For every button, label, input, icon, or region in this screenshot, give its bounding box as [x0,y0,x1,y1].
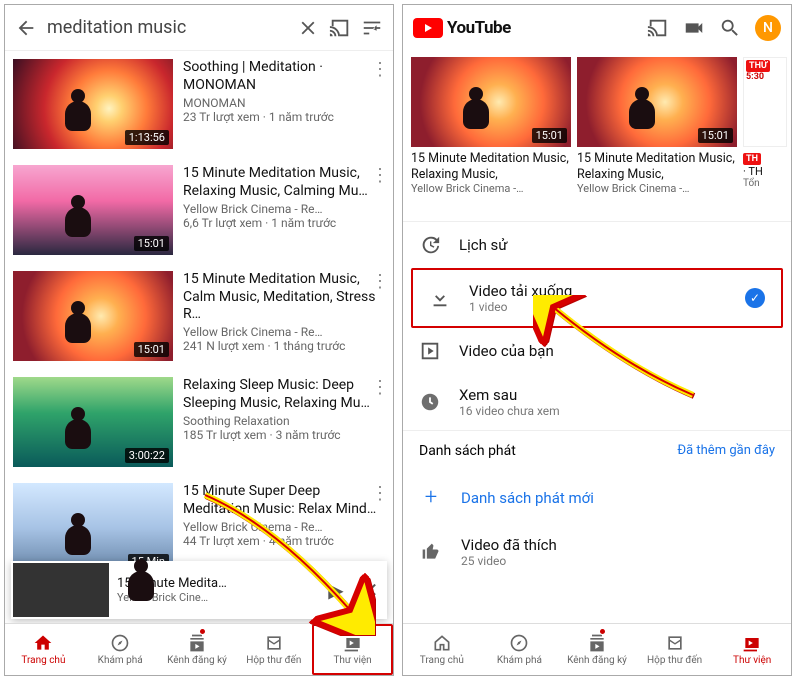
video-thumb: 15:01 [13,165,173,255]
back-icon[interactable] [15,17,37,39]
more-icon[interactable]: ⋮ [371,59,389,80]
thumb-up-icon [421,542,441,562]
history-icon [419,234,441,256]
video-row[interactable]: 15:01 15 Minute Meditation Music, Relaxin… [5,157,393,263]
play-icon[interactable]: ▶ [319,578,353,602]
download-icon [429,287,451,309]
more-icon[interactable]: ⋮ [371,165,389,186]
video-stats: 185 Tr lượt xem · 3 năm trước [183,428,385,442]
close-icon[interactable]: ✕ [353,578,387,602]
strip-item[interactable]: 15:01 15 Minute Meditation Music, Relaxi… [411,57,571,217]
video-title: Soothing | Meditation · MONOMAN [183,59,385,94]
video-thumb: 3:00:22 [13,377,173,467]
video-channel: Soothing Relaxation [183,414,385,428]
miniplayer-thumb [13,563,109,617]
video-channel: Yellow Brick Cinema - Re… [183,202,385,216]
video-title: Relaxing Sleep Music: Deep Sleeping Musi… [183,377,385,412]
nav-subs[interactable]: Kênh đăng ký [159,624,236,675]
nav-inbox[interactable]: Hộp thư đến [636,624,714,675]
clock-icon [419,391,441,413]
check-icon: ✓ [745,288,765,308]
youtube-logo[interactable]: YouTube [413,18,511,38]
cast-icon[interactable] [329,17,351,39]
video-row[interactable]: 1:13:56 Soothing | Meditation · MONOMAN MO… [5,51,393,157]
video-title: 15 Minute Meditation Music, Relaxing Mus… [183,165,385,200]
more-icon[interactable]: ⋮ [371,483,389,504]
duration-badge: 3:00:22 [125,448,169,463]
video-stats: 23 Tr lượt xem · 1 năm trước [183,110,385,124]
video-stats: 241 N lượt xem · 1 tháng trước [183,339,385,353]
top-bar: YouTube N [403,5,791,51]
video-title: 15 Minute Super Deep Meditation Music: R… [183,483,385,518]
nav-explore[interactable]: Khám phá [481,624,559,675]
nav-library[interactable]: Thư viện [312,624,393,675]
playlists-section: Danh sách phát Đã thêm gần đây [403,430,791,471]
recent-strip: 15:01 15 Minute Meditation Music, Relaxi… [403,51,791,221]
avatar[interactable]: N [755,15,781,41]
duration-badge: 1:13:56 [125,130,169,145]
search-bar: meditation music [5,5,393,51]
nav-home[interactable]: Trang chủ [403,624,481,675]
library-menu: Lịch sử Video tải xuống1 video ✓ Video c… [403,221,791,430]
duration-badge: 15:01 [134,236,169,251]
menu-watchlater[interactable]: Xem sau16 video chưa xem [403,374,791,430]
nav-explore[interactable]: Khám phá [82,624,159,675]
menu-downloads[interactable]: Video tải xuống1 video ✓ [411,268,783,328]
duration-badge: 15:01 [134,342,169,357]
bottom-nav-right: Trang chủ Khám phá Kênh đăng ký Hộp thư … [403,623,791,675]
miniplayer[interactable]: 15 Minute Medita… Yellow Brick Cine… ▶ ✕ [11,561,387,619]
new-playlist[interactable]: + Danh sách phát mới [403,471,791,524]
nav-inbox[interactable]: Hộp thư đến [235,624,312,675]
nav-home[interactable]: Trang chủ [5,624,82,675]
video-thumb: 15:01 [13,271,173,361]
video-row[interactable]: 3:00:22 Relaxing Sleep Music: Deep Sleepi… [5,369,393,475]
strip-item[interactable]: 15:01 15 Minute Meditation Music, Relaxi… [577,57,737,217]
video-thumb: 1:13:56 [13,59,173,149]
filter-icon[interactable] [361,17,383,39]
video-stats: 6,6 Tr lượt xem · 1 năm trước [183,216,385,230]
more-icon[interactable]: ⋮ [371,377,389,398]
playlists-header: Danh sách phát [419,443,516,459]
camera-icon[interactable] [683,17,705,39]
playlists-sort[interactable]: Đã thêm gần đây [677,443,775,459]
menu-yourvideos[interactable]: Video của bạn [403,328,791,374]
more-icon[interactable]: ⋮ [371,271,389,292]
nav-library[interactable]: Thư viện [713,624,791,675]
video-channel: MONOMAN [183,96,385,110]
nav-subs[interactable]: Kênh đăng ký [558,624,636,675]
bottom-nav-left: Trang chủ Khám phá Kênh đăng ký Hộp thư … [5,623,393,675]
video-list: 1:13:56 Soothing | Meditation · MONOMAN MO… [5,51,393,611]
video-row[interactable]: 15:01 15 Minute Meditation Music, Calm Mu… [5,263,393,369]
video-stats: 44 Tr lượt xem · 4 năm trước [183,534,385,548]
side-card: THỨ 5:30 TH · TH Tổn [743,57,787,217]
play-box-icon [419,340,441,362]
right-screen: YouTube N 15:01 15 Minute Meditation Mus… [402,4,792,676]
search-query[interactable]: meditation music [47,17,287,38]
video-channel: Yellow Brick Cinema - Re… [183,520,385,534]
video-title: 15 Minute Meditation Music, Calm Music, … [183,271,385,323]
clear-icon[interactable] [297,17,319,39]
plus-icon: + [421,485,441,510]
cast-icon[interactable] [647,17,669,39]
liked-videos[interactable]: Video đã thích25 video [403,524,791,580]
search-icon[interactable] [719,17,741,39]
video-channel: Yellow Brick Cinema - Re… [183,325,385,339]
menu-history[interactable]: Lịch sử [403,222,791,268]
left-screen: meditation music 1:13:56 Soothing | Medit… [4,4,394,676]
